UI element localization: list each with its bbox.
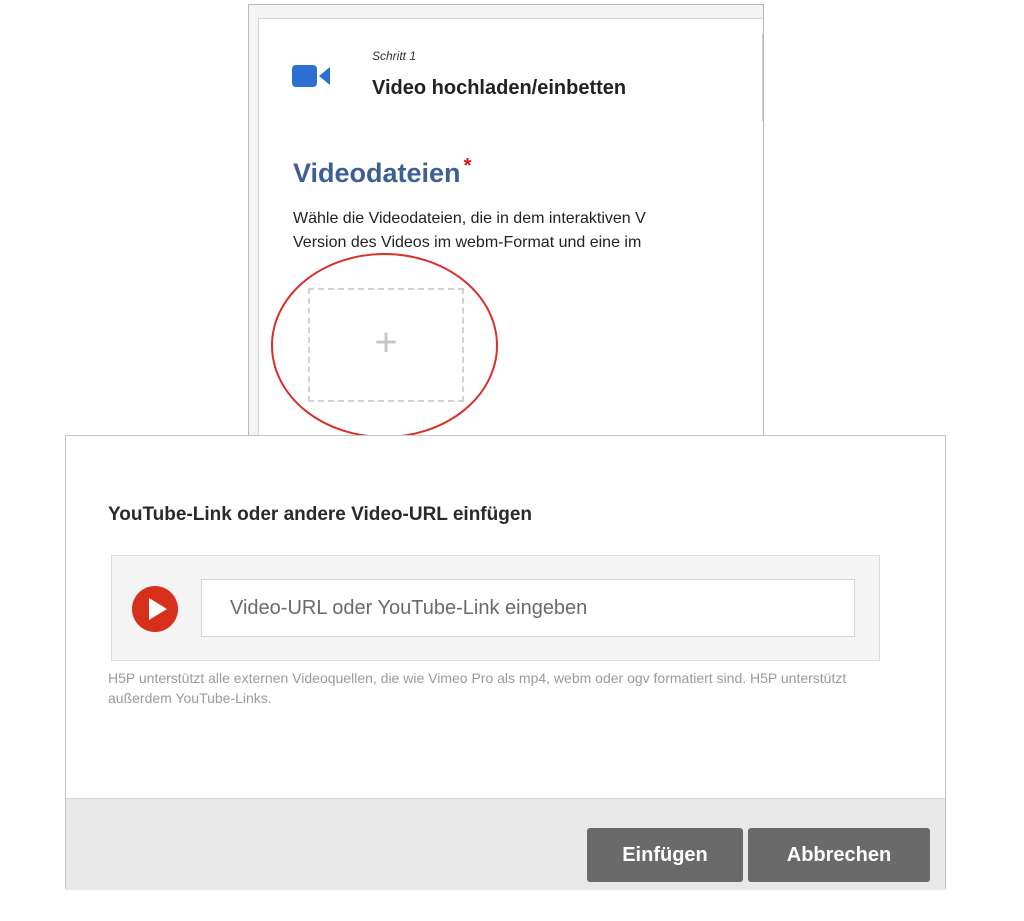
plus-icon: + xyxy=(374,320,398,365)
step-header: Schritt 1 Video hochladen/einbetten xyxy=(259,19,763,121)
field-description-line: Wähle die Videodateien, die in dem inter… xyxy=(293,210,646,227)
dialog-footer: Einfügen Abbrechen xyxy=(66,798,945,890)
step-title: Video hochladen/einbetten xyxy=(372,77,627,99)
url-input-wrapper xyxy=(111,555,880,661)
field-title: Videodateien * xyxy=(293,155,471,189)
insert-button[interactable]: Einfügen xyxy=(587,828,743,882)
video-url-input[interactable] xyxy=(201,579,855,637)
video-camera-icon xyxy=(292,65,330,87)
step-card: Schritt 1 Video hochladen/einbetten Vide… xyxy=(258,18,763,437)
youtube-play-icon xyxy=(132,586,178,632)
cancel-button[interactable]: Abbrechen xyxy=(748,828,930,882)
step-panel: Schritt 1 Video hochladen/einbetten Vide… xyxy=(248,4,764,438)
dialog-title: YouTube-Link oder andere Video-URL einfü… xyxy=(108,504,533,525)
field-title-text: Videodateien xyxy=(293,158,461,188)
dialog-help-text: H5P unterstützt alle externen Videoquell… xyxy=(108,670,847,706)
video-url-dialog: YouTube-Link oder andere Video-URL einfü… xyxy=(65,435,946,890)
required-marker: * xyxy=(463,155,472,177)
step-number-label: Schritt 1 xyxy=(372,49,417,63)
field-description-line: Version des Videos im webm-Format und ei… xyxy=(293,234,642,251)
add-video-button[interactable]: + xyxy=(308,288,464,402)
field-description: Wähle die Videodateien, die in dem inter… xyxy=(293,207,763,255)
header-divider xyxy=(762,33,763,121)
